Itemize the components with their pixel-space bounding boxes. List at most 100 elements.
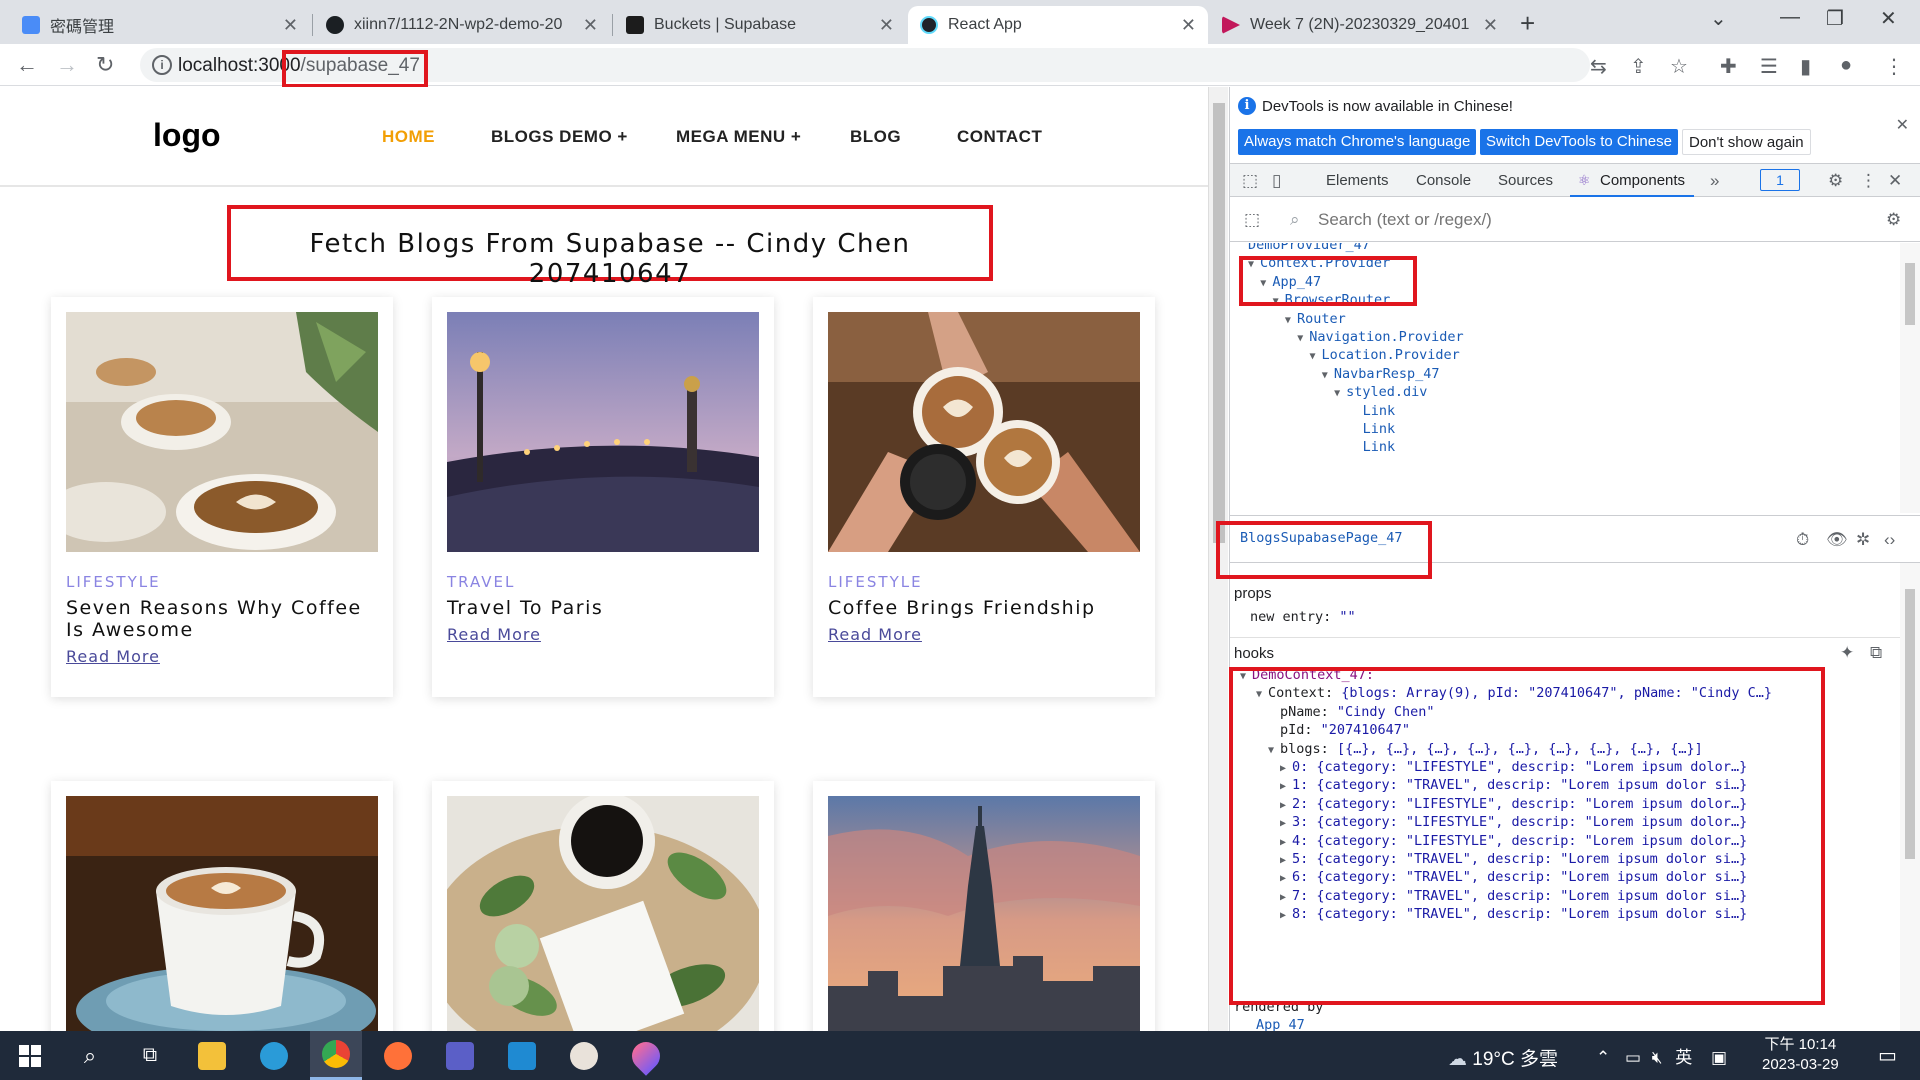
- reload-icon[interactable]: ↻: [96, 52, 114, 78]
- close-tab-icon[interactable]: ✕: [583, 15, 598, 36]
- view-source-code-icon[interactable]: ‹›: [1884, 530, 1895, 550]
- file-explorer-icon[interactable]: [186, 1031, 238, 1080]
- extensions-puzzle-icon[interactable]: ✚: [1720, 54, 1737, 79]
- browser-tab[interactable]: Buckets | Supabase ✕: [614, 6, 906, 44]
- bookmark-star-icon[interactable]: ☆: [1670, 54, 1688, 79]
- tree-node[interactable]: ▼ Context.Provider: [1248, 255, 1390, 271]
- forward-arrow-icon[interactable]: →: [56, 52, 78, 78]
- blog-array-item[interactable]: ▶ 0: {category: "LIFESTYLE", descrip: "L…: [1280, 759, 1747, 775]
- expand-triangle-icon[interactable]: ▼: [1240, 671, 1252, 682]
- tab-elements[interactable]: Elements: [1326, 172, 1389, 189]
- tree-node[interactable]: DemoProvider_47: [1248, 243, 1370, 253]
- collapsed-triangle-icon[interactable]: ▶: [1280, 910, 1292, 921]
- page-scrollbar[interactable]: [1208, 87, 1228, 1031]
- side-panel-icon[interactable]: ▮: [1800, 54, 1811, 79]
- device-toolbar-icon[interactable]: ▯: [1272, 171, 1281, 191]
- hook-row[interactable]: ▼ blogs: [{…}, {…}, {…}, {…}, {…}, {…}, …: [1268, 741, 1703, 757]
- expand-triangle-icon[interactable]: ▼: [1248, 259, 1260, 270]
- component-settings-gear-icon[interactable]: ⚙: [1886, 210, 1901, 230]
- blog-array-item[interactable]: ▶ 8: {category: "TRAVEL", descrip: "Lore…: [1280, 906, 1747, 922]
- volume-muted-icon[interactable]: 🔇︎: [1652, 1048, 1663, 1067]
- restore-icon[interactable]: ❐: [1826, 6, 1844, 31]
- tree-node[interactable]: ▼ NavbarResp_47: [1322, 366, 1440, 382]
- collapsed-triangle-icon[interactable]: ▶: [1280, 837, 1292, 848]
- close-devtools-icon[interactable]: ✕: [1888, 171, 1902, 191]
- component-search-input[interactable]: [1318, 208, 1818, 232]
- read-more-link[interactable]: Read More: [66, 647, 160, 666]
- collapsed-triangle-icon[interactable]: ▶: [1280, 781, 1292, 792]
- chrome-browser-icon[interactable]: [310, 1031, 362, 1080]
- tree-node[interactable]: Link: [1346, 403, 1396, 419]
- issues-badge[interactable]: 1: [1760, 169, 1800, 191]
- nav-contact[interactable]: CONTACT: [957, 127, 1042, 147]
- hook-row[interactable]: pName: "Cindy Chen": [1280, 704, 1434, 720]
- tree-node[interactable]: ▼ BrowserRouter: [1273, 292, 1391, 308]
- minimize-icon[interactable]: —: [1780, 6, 1800, 29]
- read-more-link[interactable]: Read More: [447, 625, 541, 644]
- close-tab-icon[interactable]: ✕: [1483, 15, 1498, 36]
- timer-icon[interactable]: ⏱: [1796, 530, 1809, 550]
- profile-avatar-icon[interactable]: ●: [1840, 54, 1852, 77]
- copy-icon[interactable]: ⧉: [1870, 643, 1882, 663]
- expand-triangle-icon[interactable]: ▼: [1310, 351, 1322, 362]
- tree-node[interactable]: ▼ Navigation.Provider: [1297, 329, 1463, 345]
- task-view-icon[interactable]: ⧉: [124, 1031, 176, 1080]
- magic-wand-icon[interactable]: ✦: [1840, 643, 1854, 663]
- inspector-scrollbar[interactable]: [1900, 563, 1920, 1031]
- browser-tab[interactable]: 密碼管理 ✕: [10, 6, 310, 44]
- collapsed-triangle-icon[interactable]: ▶: [1280, 892, 1292, 903]
- firefox-icon[interactable]: [372, 1031, 424, 1080]
- close-tab-icon[interactable]: ✕: [879, 15, 894, 36]
- hook-row[interactable]: ▼ DemoContext_47:: [1240, 667, 1374, 683]
- translate-icon[interactable]: ⇆: [1590, 54, 1607, 79]
- tree-node[interactable]: Link: [1346, 439, 1396, 455]
- expand-triangle-icon[interactable]: ▼: [1297, 333, 1309, 344]
- select-component-icon[interactable]: ⬚: [1244, 210, 1260, 230]
- clock[interactable]: 下午 10:14 2023-03-29: [1762, 1035, 1839, 1075]
- nav-mega-menu[interactable]: MEGA MENU +: [676, 127, 801, 147]
- expand-triangle-icon[interactable]: ▼: [1256, 689, 1268, 700]
- hook-row[interactable]: pId: "207410647": [1280, 722, 1410, 738]
- tree-node[interactable]: ▼ App_47: [1260, 274, 1321, 290]
- expand-triangle-icon[interactable]: ▼: [1334, 388, 1346, 399]
- edge-browser-icon[interactable]: [248, 1031, 300, 1080]
- devtools-menu-icon[interactable]: ⋮: [1860, 171, 1877, 191]
- hook-row[interactable]: ▼ Context: {blogs: Array(9), pId: "20741…: [1256, 685, 1772, 701]
- blog-array-item[interactable]: ▶ 6: {category: "TRAVEL", descrip: "Lore…: [1280, 869, 1747, 885]
- eye-icon[interactable]: 👁: [1826, 530, 1848, 550]
- blog-array-item[interactable]: ▶ 2: {category: "LIFESTYLE", descrip: "L…: [1280, 796, 1747, 812]
- reading-list-icon[interactable]: ☰: [1760, 54, 1778, 79]
- blog-array-item[interactable]: ▶ 5: {category: "TRAVEL", descrip: "Lore…: [1280, 851, 1747, 867]
- url-text[interactable]: localhost:3000/supabase_47: [178, 55, 420, 77]
- weather-widget[interactable]: ☁ 19°C 多雲: [1448, 1044, 1558, 1071]
- teams-icon[interactable]: [434, 1031, 486, 1080]
- nav-blog[interactable]: BLOG: [850, 127, 901, 147]
- address-bar[interactable]: i localhost:3000/supabase_47: [140, 48, 1590, 82]
- site-info-icon[interactable]: i: [152, 55, 172, 75]
- component-tree-scrollbar[interactable]: [1900, 243, 1920, 513]
- collapsed-triangle-icon[interactable]: ▶: [1280, 855, 1292, 866]
- blog-array-item[interactable]: ▶ 7: {category: "TRAVEL", descrip: "Lore…: [1280, 888, 1747, 904]
- tree-node[interactable]: Link: [1346, 421, 1396, 437]
- props-value[interactable]: "": [1339, 609, 1355, 625]
- dont-show-again-button[interactable]: Don't show again: [1682, 129, 1811, 155]
- ime-indicator[interactable]: 英: [1675, 1048, 1692, 1067]
- browser-tab-active[interactable]: React App ✕: [908, 6, 1208, 44]
- collapsed-triangle-icon[interactable]: ▶: [1280, 873, 1292, 884]
- browser-tab[interactable]: xiinn7/1112-2N-wp2-demo-20 ✕: [314, 6, 610, 44]
- tab-search-chevron-icon[interactable]: ⌄: [1710, 6, 1727, 31]
- back-arrow-icon[interactable]: ←: [16, 52, 38, 78]
- site-logo[interactable]: logo: [153, 117, 221, 154]
- nav-blogs-demo[interactable]: BLOGS DEMO +: [491, 127, 628, 147]
- expand-triangle-icon[interactable]: ▼: [1285, 315, 1297, 326]
- close-icon[interactable]: ✕: [1896, 115, 1909, 135]
- ime-mode-icon[interactable]: ▣: [1711, 1048, 1727, 1067]
- collapsed-triangle-icon[interactable]: ▶: [1280, 763, 1292, 774]
- nav-home[interactable]: HOME: [382, 127, 435, 147]
- taskbar-search-icon[interactable]: ⌕: [64, 1031, 116, 1080]
- paint-palette-icon[interactable]: [558, 1031, 610, 1080]
- vscode-icon[interactable]: [496, 1031, 548, 1080]
- expand-triangle-icon[interactable]: ▼: [1273, 296, 1285, 307]
- more-tabs-chevron-icon[interactable]: »: [1710, 171, 1719, 191]
- bug-icon[interactable]: ✲: [1856, 530, 1870, 550]
